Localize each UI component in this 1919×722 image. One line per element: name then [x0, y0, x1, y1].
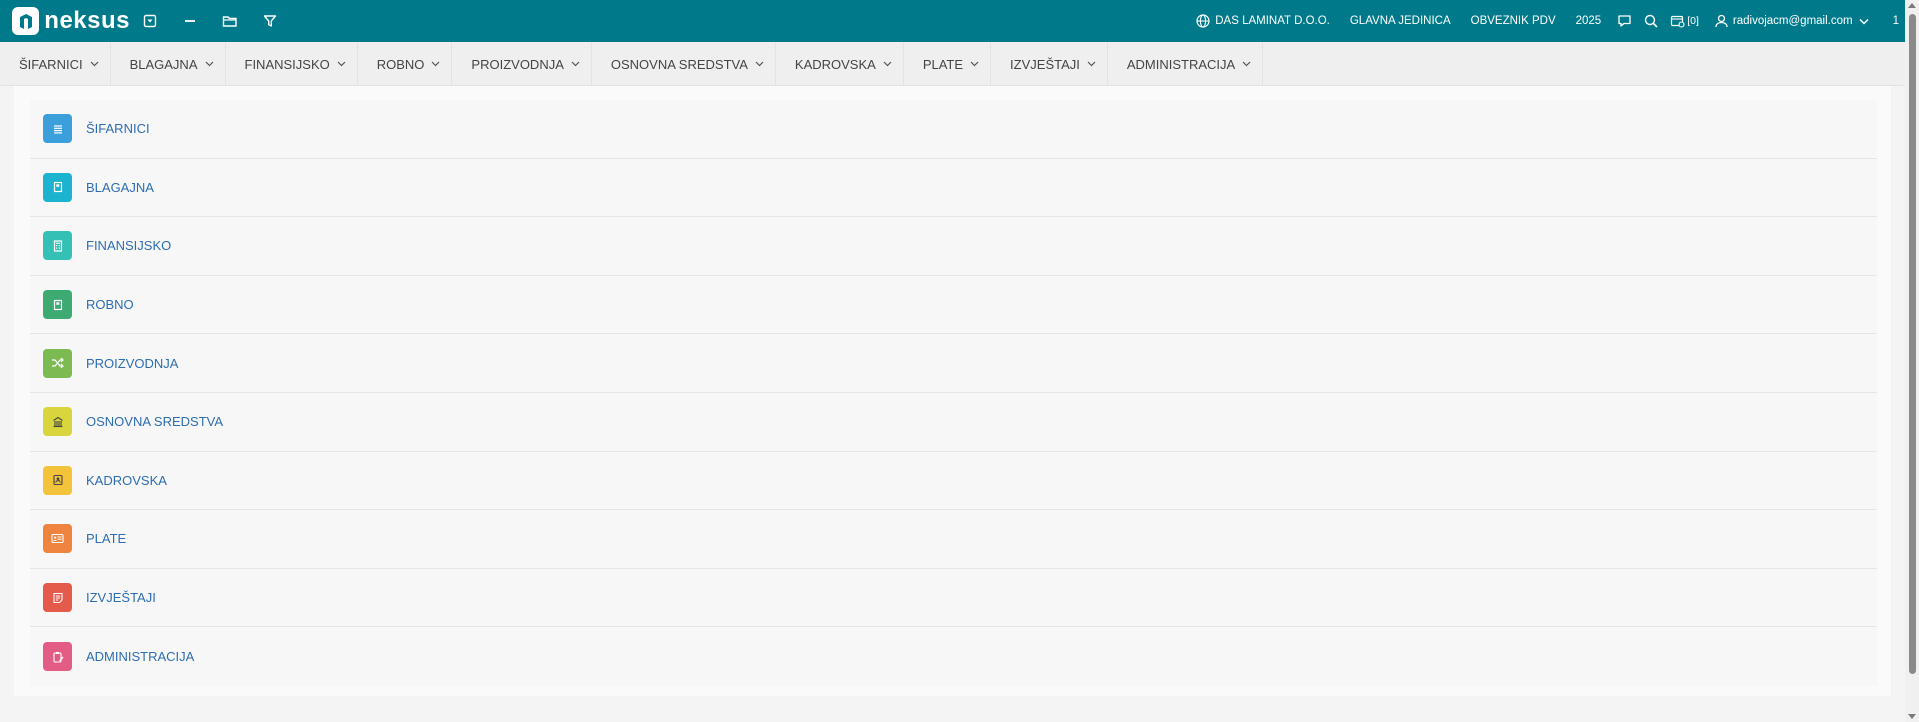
menu-label: IZVJEŠTAJI	[1010, 56, 1080, 72]
tax-status[interactable]: OBVEZNIK PDV	[1461, 0, 1566, 42]
menu-finansijsko[interactable]: FINANSIJSKO	[226, 42, 358, 86]
page-indicator: 1	[1892, 15, 1899, 27]
book-icon	[43, 290, 72, 320]
contact-icon	[43, 465, 72, 495]
menu-label: BLAGAJNA	[129, 56, 198, 72]
module-robno[interactable]: ROBNO	[30, 275, 1877, 335]
menu-robno[interactable]: ROBNO	[358, 42, 453, 86]
menu-label: OSNOVNA SREDSTVA	[610, 56, 748, 72]
vertical-scrollbar[interactable]	[1905, 0, 1919, 722]
module-label: FINANSIJSKO	[86, 238, 172, 254]
year-selector[interactable]: 2025	[1566, 0, 1612, 42]
module-kadrovska[interactable]: KADROVSKA	[30, 451, 1877, 511]
menu-label: ROBNO	[376, 56, 425, 72]
id-card-icon	[43, 524, 72, 554]
inbox-icon	[1671, 15, 1685, 28]
shuffle-icon	[43, 348, 72, 378]
unit-selector[interactable]: GLAVNA JEDINICA	[1340, 0, 1461, 42]
module-label: BLAGAJNA	[86, 179, 154, 195]
module-proizvodnja[interactable]: PROIZVODNJA	[30, 334, 1877, 393]
list-icon	[43, 114, 72, 144]
tax-status-label: OBVEZNIK PDV	[1470, 15, 1556, 27]
minimize-icon[interactable]	[170, 0, 210, 42]
scroll-up-arrow-icon[interactable]	[1908, 3, 1916, 8]
app-logo[interactable]: neksus	[12, 7, 130, 35]
globe-icon	[1196, 14, 1210, 28]
dropdown-box-icon[interactable]	[130, 0, 170, 42]
year-label: 2025	[1575, 15, 1602, 27]
module-list: ŠIFARNICI BLAGAJNA FINANSIJSKO ROBNO PRO…	[30, 100, 1877, 686]
main-menu: ŠIFARNICI BLAGAJNA FINANSIJSKO ROBNO PRO…	[0, 42, 1905, 86]
chevron-down-icon	[755, 61, 764, 67]
menu-izvjestaji[interactable]: IZVJEŠTAJI	[991, 42, 1108, 86]
filter-icon[interactable]	[250, 0, 290, 42]
notifications[interactable]: [0]	[1664, 0, 1705, 42]
module-label: PLATE	[86, 531, 127, 547]
unit-name: GLAVNA JEDINICA	[1349, 15, 1451, 27]
module-plate[interactable]: PLATE	[30, 510, 1877, 569]
search-icon[interactable]	[1638, 0, 1664, 42]
chevron-down-icon	[571, 61, 580, 67]
module-label: OSNOVNA SREDSTVA	[86, 414, 224, 430]
menu-label: ŠIFARNICI	[19, 56, 83, 72]
module-osnovna-sredstva[interactable]: OSNOVNA SREDSTVA	[30, 392, 1877, 452]
chevron-down-icon	[1242, 61, 1251, 67]
main-content: ŠIFARNICI BLAGAJNA FINANSIJSKO ROBNO PRO…	[14, 86, 1891, 696]
menu-label: FINANSIJSKO	[244, 56, 330, 72]
menu-osnovna-sredstva[interactable]: OSNOVNA SREDSTVA	[592, 42, 776, 86]
module-izvjestaji[interactable]: IZVJEŠTAJI	[30, 568, 1877, 628]
module-label: IZVJEŠTAJI	[86, 590, 156, 606]
company-selector[interactable]: DAS LAMINAT D.O.O.	[1186, 0, 1340, 42]
module-administracija[interactable]: ADMINISTRACIJA	[30, 627, 1877, 686]
menu-label: ADMINISTRACIJA	[1126, 56, 1236, 72]
company-name: DAS LAMINAT D.O.O.	[1215, 15, 1330, 27]
chevron-down-icon	[90, 61, 99, 67]
chevron-down-icon	[970, 61, 979, 67]
building-icon	[43, 407, 72, 437]
module-label: PROIZVODNJA	[86, 355, 179, 371]
clipboard-edit-icon	[43, 642, 72, 672]
module-finansijsko[interactable]: FINANSIJSKO	[30, 217, 1877, 276]
chevron-down-icon	[205, 61, 213, 67]
notifications-count: [0]	[1687, 15, 1699, 27]
menu-administracija[interactable]: ADMINISTRACIJA	[1108, 42, 1264, 86]
chevron-down-icon	[1087, 61, 1096, 67]
module-label: ADMINISTRACIJA	[86, 649, 195, 665]
calculator-icon	[43, 231, 72, 261]
menu-label: PROIZVODNJA	[471, 56, 564, 72]
logo-text: neksus	[44, 7, 130, 34]
report-icon	[43, 583, 72, 613]
chevron-down-icon	[337, 61, 346, 67]
scroll-down-arrow-icon[interactable]	[1908, 714, 1916, 719]
user-menu[interactable]: radivojacm@gmail.com	[1705, 0, 1879, 42]
menu-kadrovska[interactable]: KADROVSKA	[776, 42, 904, 86]
neksus-logo-icon	[12, 7, 40, 35]
book-icon	[43, 172, 72, 202]
scrollbar-thumb[interactable]	[1909, 14, 1916, 674]
chevron-down-icon	[1859, 18, 1869, 24]
module-blagajna[interactable]: BLAGAJNA	[30, 158, 1877, 218]
menu-label: PLATE	[922, 56, 964, 72]
top-bar: neksus DAS LAMINAT D.O.O. GLAVNA JEDINIC…	[0, 0, 1905, 42]
module-label: KADROVSKA	[86, 472, 167, 488]
module-label: ROBNO	[86, 297, 134, 313]
menu-blagajna[interactable]: BLAGAJNA	[111, 42, 226, 86]
folder-icon[interactable]	[210, 0, 250, 42]
user-email: radivojacm@gmail.com	[1732, 15, 1853, 27]
menu-label: KADROVSKA	[794, 56, 876, 72]
menu-proizvodnja[interactable]: PROIZVODNJA	[452, 42, 592, 86]
menu-sifarnici[interactable]: ŠIFARNICI	[0, 42, 111, 86]
chevron-down-icon	[883, 61, 892, 67]
module-sifarnici[interactable]: ŠIFARNICI	[30, 100, 1877, 159]
menu-plate[interactable]: PLATE	[904, 42, 992, 86]
user-icon	[1715, 14, 1728, 28]
chat-icon[interactable]	[1611, 0, 1638, 42]
chevron-down-icon	[431, 61, 440, 67]
module-label: ŠIFARNICI	[86, 121, 150, 137]
